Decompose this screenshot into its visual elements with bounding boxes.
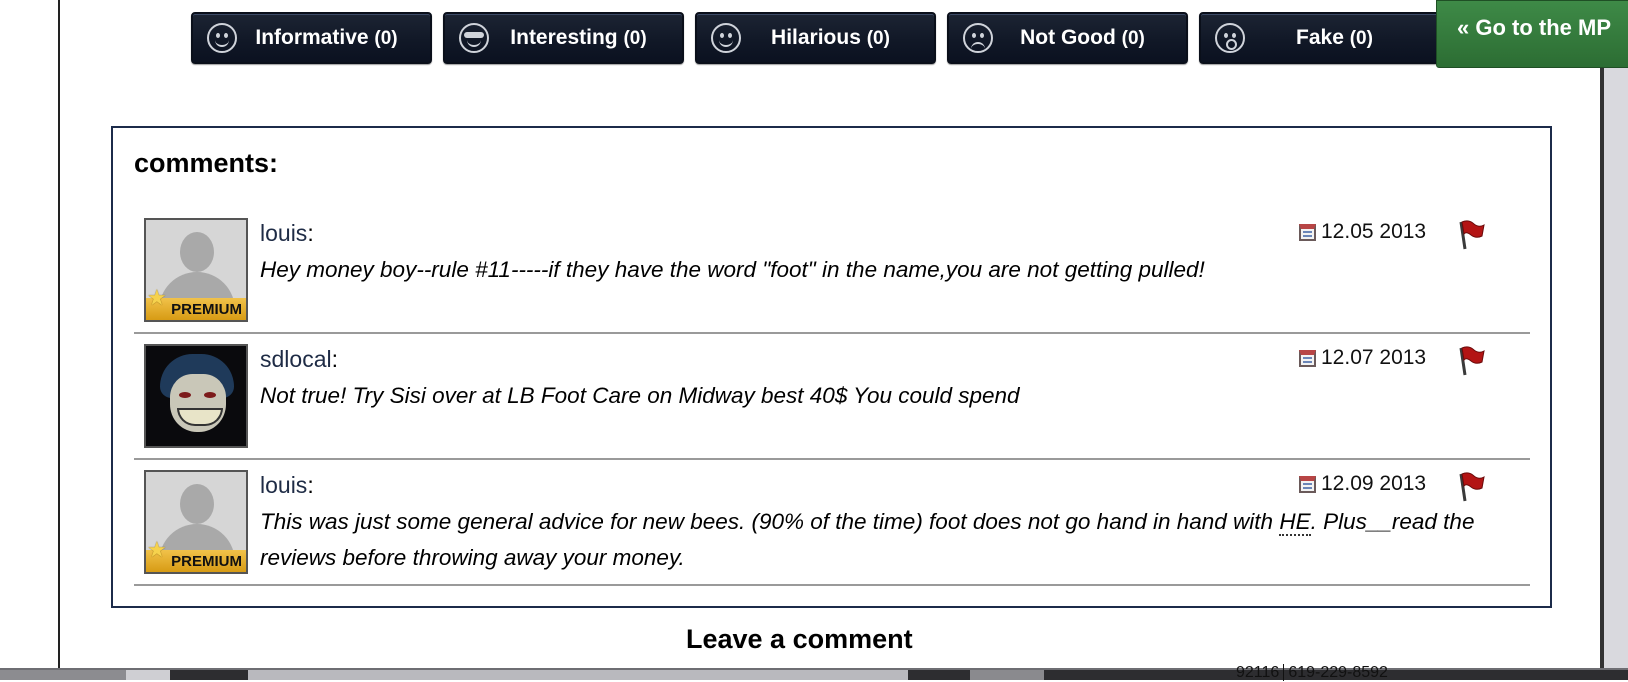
fake-button[interactable]: Fake (0): [1199, 12, 1440, 64]
reaction-bar: Informative (0) Interesting (0) Hilariou…: [191, 12, 1440, 64]
taskbar: 92116 619-229-8592: [0, 664, 1628, 681]
comment-date: 12.09 2013: [1299, 472, 1426, 496]
comment-date: 12.05 2013: [1299, 220, 1426, 244]
comment-author[interactable]: louis:: [260, 220, 314, 247]
go-to-mp-button[interactable]: « Go to the MP: [1436, 0, 1628, 68]
surprised-face-icon: [1215, 23, 1245, 53]
flag-icon[interactable]: [1456, 218, 1486, 250]
fake-label: Fake (0): [1296, 26, 1373, 49]
interesting-button[interactable]: Interesting (0): [443, 12, 684, 64]
comment-item: PREMIUM ★ louis: Hey money boy--rule #11…: [134, 208, 1530, 334]
frown-face-icon: [963, 23, 993, 53]
not-good-label: Not Good (0): [1020, 26, 1145, 49]
smile-icon: [207, 23, 237, 53]
star-icon: ★: [147, 537, 167, 562]
laughing-face-icon: [711, 23, 741, 53]
sunglasses-face-icon: [459, 23, 489, 53]
comment-item: sdlocal: Not true! Try Sisi over at LB F…: [134, 334, 1530, 460]
avatar[interactable]: PREMIUM ★: [144, 218, 248, 322]
page-right-gutter: [1604, 0, 1628, 668]
calendar-icon: [1299, 349, 1316, 367]
interesting-label: Interesting (0): [510, 26, 647, 49]
not-good-button[interactable]: Not Good (0): [947, 12, 1188, 64]
comment-text: This was just some general advice for ne…: [260, 509, 1475, 570]
hilarious-button[interactable]: Hilarious (0): [695, 12, 936, 64]
comments-section: comments: PREMIUM ★ louis: Hey money boy…: [111, 126, 1552, 608]
comments-title: comments:: [134, 148, 279, 178]
comment-item: PREMIUM ★ louis: This was just some gene…: [134, 460, 1530, 586]
page-left-border: [58, 0, 60, 668]
comment-author[interactable]: sdlocal:: [260, 346, 338, 373]
comment-author[interactable]: louis:: [260, 472, 314, 499]
comment-text: Not true! Try Sisi over at LB Foot Care …: [260, 383, 1020, 408]
calendar-icon: [1299, 223, 1316, 241]
abbreviation[interactable]: HE: [1279, 509, 1311, 536]
avatar[interactable]: [144, 344, 248, 448]
star-icon: ★: [147, 285, 167, 310]
comment-text: Hey money boy--rule #11-----if they have…: [260, 257, 1205, 282]
informative-button[interactable]: Informative (0): [191, 12, 432, 64]
informative-label: Informative (0): [255, 26, 398, 49]
avatar[interactable]: PREMIUM ★: [144, 470, 248, 574]
leave-comment-title: Leave a comment: [686, 624, 913, 654]
taskbar-text: 92116 619-229-8592: [1236, 664, 1388, 681]
flag-icon[interactable]: [1456, 470, 1486, 502]
flag-icon[interactable]: [1456, 344, 1486, 376]
comment-date: 12.07 2013: [1299, 346, 1426, 370]
calendar-icon: [1299, 475, 1316, 493]
hilarious-label: Hilarious (0): [771, 26, 890, 49]
